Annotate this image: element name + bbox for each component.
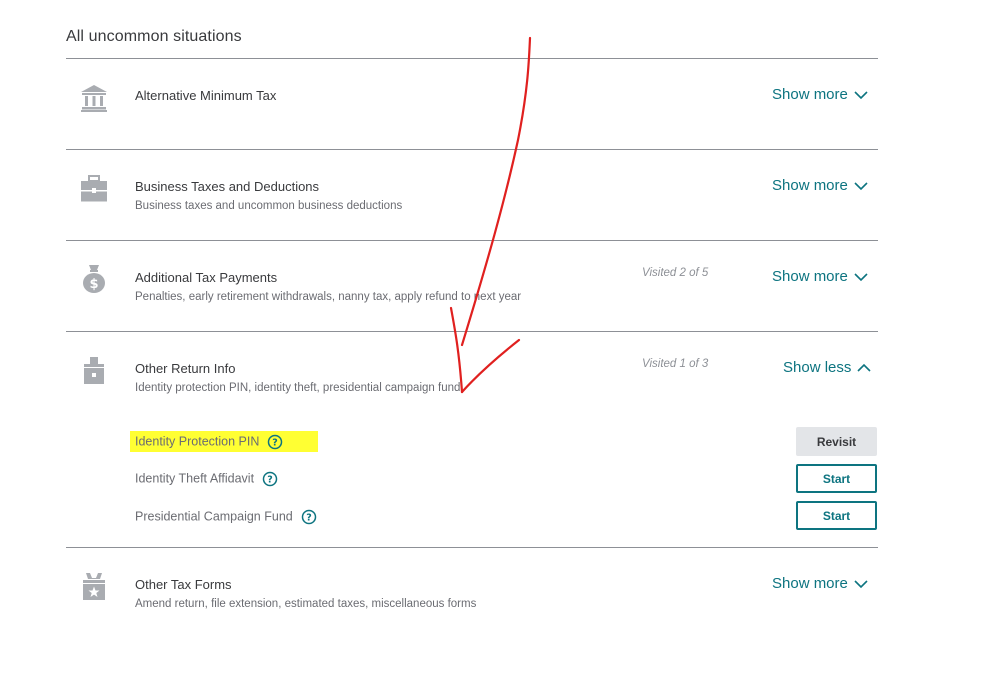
show-more-toggle[interactable]: Show more (772, 575, 868, 592)
show-more-toggle[interactable]: Show more (772, 86, 868, 103)
briefcase-icon (80, 174, 108, 204)
page-heading: All uncommon situations (66, 28, 242, 45)
subitem-identity-theft-affidavit[interactable]: Identity Theft Affidavit? (135, 471, 278, 487)
bank-icon (80, 83, 108, 113)
help-icon[interactable]: ? (262, 471, 278, 487)
ballot-box-icon (80, 356, 108, 386)
section-title: Alternative Minimum Tax (135, 88, 277, 103)
section-title: Other Return Info (135, 361, 236, 376)
star-box-icon (80, 572, 108, 602)
section-description: Business taxes and uncommon business ded… (135, 200, 403, 212)
toggle-label: Show more (772, 177, 848, 194)
visited-status: Visited 1 of 3 (642, 358, 709, 370)
subitem-label: Identity Theft Affidavit (135, 471, 255, 486)
section-description: Penalties, early retirement withdrawals,… (135, 291, 522, 303)
subitem-presidential-campaign-fund[interactable]: Presidential Campaign Fund? (135, 509, 317, 525)
chevron-up-icon (857, 363, 871, 373)
subitem-label: Presidential Campaign Fund (135, 509, 293, 524)
help-icon[interactable]: ? (301, 509, 317, 525)
divider (66, 149, 878, 150)
divider (66, 331, 878, 332)
toggle-label: Show less (783, 359, 852, 376)
chevron-down-icon (854, 272, 868, 282)
money-bag-icon: $ (80, 264, 108, 294)
toggle-label: Show more (772, 86, 848, 103)
revisit-button[interactable]: Revisit (796, 427, 877, 456)
chevron-down-icon (854, 90, 868, 100)
start-button[interactable]: Start (796, 501, 877, 530)
divider (66, 240, 878, 241)
subitem-label: Identity Protection PIN (135, 434, 260, 449)
chevron-down-icon (854, 579, 868, 589)
divider (66, 547, 878, 548)
svg-text:?: ? (306, 513, 312, 524)
svg-text:?: ? (267, 475, 273, 486)
subitem-identity-protection-pin[interactable]: Identity Protection PIN? (135, 434, 283, 450)
section-title: Business Taxes and Deductions (135, 179, 320, 194)
section-title: Additional Tax Payments (135, 270, 278, 285)
help-icon[interactable]: ? (267, 434, 283, 450)
start-button[interactable]: Start (796, 464, 877, 493)
toggle-label: Show more (772, 575, 848, 592)
show-more-toggle[interactable]: Show more (772, 268, 868, 285)
toggle-label: Show more (772, 268, 848, 285)
visited-status: Visited 2 of 5 (642, 267, 709, 279)
section-description: Identity protection PIN, identity theft,… (135, 382, 461, 394)
chevron-down-icon (854, 181, 868, 191)
divider (66, 58, 878, 59)
svg-text:?: ? (273, 438, 279, 449)
section-description: Amend return, file extension, estimated … (135, 598, 477, 610)
section-title: Other Tax Forms (135, 577, 232, 592)
show-more-toggle[interactable]: Show more (772, 177, 868, 194)
show-less-toggle[interactable]: Show less (783, 359, 871, 376)
svg-text:$: $ (89, 277, 98, 292)
